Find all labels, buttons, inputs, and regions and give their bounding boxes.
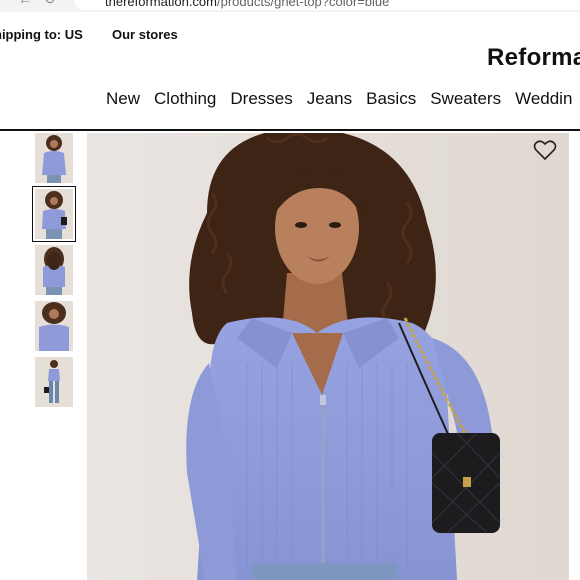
url-host: thereformation.com: [105, 0, 217, 9]
browser-url-bar: ← ↻ thereformation.com/products/ghet-top…: [0, 0, 580, 12]
nav-weddings[interactable]: Weddin: [515, 89, 572, 109]
heart-icon[interactable]: [533, 139, 557, 161]
brand-logo[interactable]: Reforma: [487, 44, 580, 72]
thumbnail-image: [35, 189, 73, 239]
product-thumbnail-2[interactable]: [32, 186, 76, 242]
shipping-to-link[interactable]: hipping to: US: [0, 27, 83, 42]
nav-new[interactable]: New: [106, 89, 140, 109]
product-thumbnail-5[interactable]: [35, 357, 73, 407]
model-photo: [87, 133, 569, 580]
product-main-image[interactable]: [87, 133, 569, 580]
nav-sweaters[interactable]: Sweaters: [430, 89, 501, 109]
url-text[interactable]: thereformation.com/products/ghet-top?col…: [105, 0, 389, 9]
reload-icon[interactable]: ↻: [44, 0, 56, 8]
product-thumbnail-1[interactable]: [35, 133, 73, 183]
thumbnail-image: [35, 357, 73, 407]
url-path: /products/ghet-top?color=blue: [217, 0, 390, 9]
nav-dresses[interactable]: Dresses: [230, 89, 292, 109]
header-divider: [0, 129, 580, 131]
product-thumbnail-4[interactable]: [35, 301, 73, 351]
main-nav: New Clothing Dresses Jeans Basics Sweaters Wed…: [106, 89, 580, 109]
nav-jeans[interactable]: Jeans: [307, 89, 352, 109]
back-arrow-icon[interactable]: ←: [18, 0, 32, 7]
our-stores-link[interactable]: Our stores: [112, 27, 178, 42]
thumbnail-image: [35, 133, 73, 183]
thumbnail-image: [35, 301, 73, 351]
product-thumbnail-3[interactable]: [35, 245, 73, 295]
nav-clothing[interactable]: Clothing: [154, 89, 216, 109]
thumbnail-image: [35, 245, 73, 295]
nav-basics[interactable]: Basics: [366, 89, 416, 109]
